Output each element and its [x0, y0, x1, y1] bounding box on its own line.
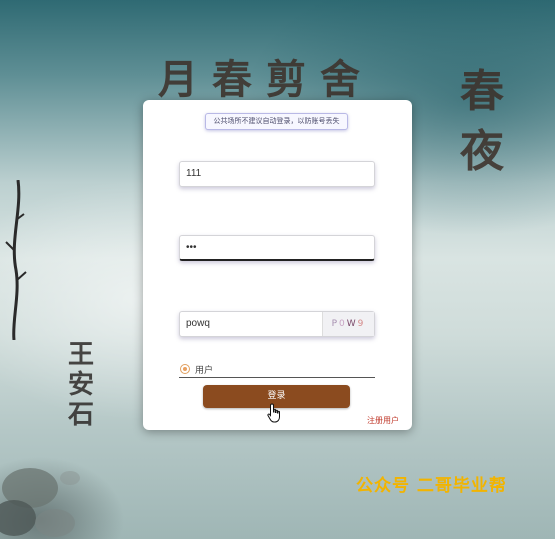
poem-title-vertical: 春 夜: [452, 62, 512, 182]
captcha-image[interactable]: P0W9: [322, 312, 374, 336]
password-input[interactable]: •••: [179, 235, 375, 261]
branch-ink-decoration: [5, 180, 27, 340]
hand-pointer-icon: [267, 403, 280, 423]
author-name: 王 安 石: [66, 340, 96, 430]
username-input[interactable]: 111: [179, 161, 375, 187]
author-char: 安: [67, 370, 94, 400]
notice-banner: 公共场所不建议自动登录，以防账号丢失: [205, 113, 348, 130]
captcha-char: 0: [339, 319, 347, 329]
role-radio-user[interactable]: [180, 364, 190, 374]
flower-ink-decoration: [0, 468, 80, 537]
register-link[interactable]: 注册用户: [367, 415, 399, 426]
captcha-input-value: powq: [186, 318, 210, 329]
watermark-text: 公众号 二哥毕业帮: [356, 476, 507, 496]
poem-char: 春: [460, 66, 504, 117]
role-selector: 用户: [179, 362, 375, 378]
poem-char: 夜: [460, 126, 504, 177]
captcha-char: 9: [357, 319, 366, 329]
captcha-char: P: [331, 319, 340, 329]
captcha-input[interactable]: powq P0W9: [179, 311, 375, 337]
login-card: 公共场所不建议自动登录，以防账号丢失 111 ••• powq P0W9 用户 …: [143, 100, 412, 430]
captcha-char: W: [346, 319, 358, 329]
role-label-user: 用户: [195, 366, 214, 376]
poem-title-text: 月春剪舍: [158, 56, 374, 103]
author-char: 王: [67, 340, 94, 370]
